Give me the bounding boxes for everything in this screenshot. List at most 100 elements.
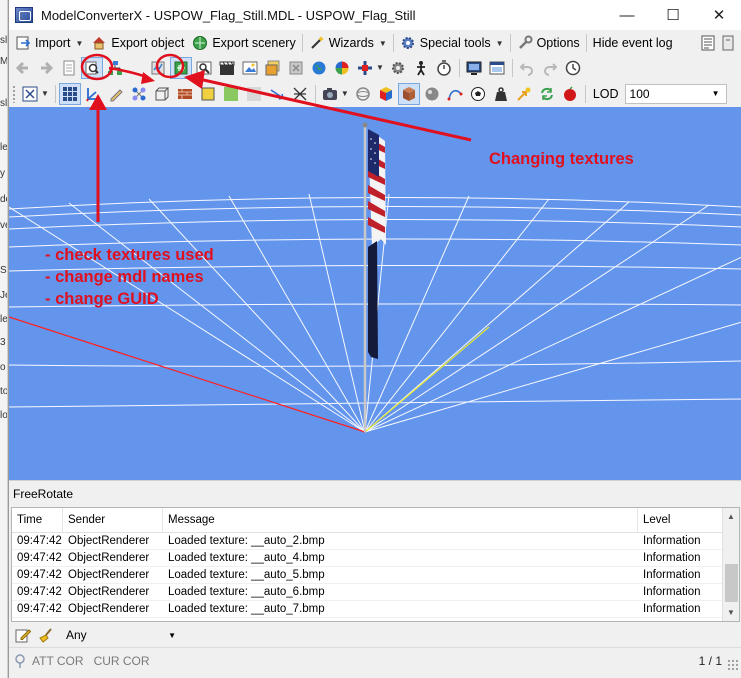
image-stack-icon[interactable] [262,57,284,79]
app-icon [15,7,33,23]
annotation-changing-textures: Changing textures [489,150,634,168]
scroll-down-icon[interactable]: ▼ [723,604,739,621]
export-object-label: Export object [111,36,185,50]
hierarchy-icon[interactable] [104,57,126,79]
hide-event-log-menu[interactable]: Hide event log [589,32,677,54]
lod-select[interactable]: 100 ▼ [624,83,727,104]
bg-fragment: Mi [0,56,8,67]
arrow-icon[interactable] [266,83,288,105]
undo-icon[interactable] [516,57,538,79]
change-textures-button[interactable] [170,56,192,79]
title-bar[interactable]: ModelConverterX - USPOW_Flag_Still.MDL -… [9,0,741,30]
yellow-square-icon[interactable] [197,83,219,105]
broom-icon[interactable] [35,624,57,646]
delete-object-icon[interactable] [285,57,307,79]
chevron-down-icon: ▼ [168,630,176,640]
level-filter-select[interactable]: Any ▼ [62,626,180,645]
molecule-icon[interactable] [128,83,150,105]
gray-sphere-icon[interactable] [421,83,443,105]
gray-square-icon[interactable] [243,83,265,105]
export-object-menu[interactable]: Export object [87,32,188,54]
column-header-sender[interactable]: Sender [63,508,163,532]
toolbar-grip[interactable] [12,84,16,103]
clapperboard-icon[interactable] [216,57,238,79]
scroll-up-icon[interactable]: ▲ [723,508,739,525]
sun-arrows-icon[interactable] [513,83,535,105]
column-header-time[interactable]: Time [12,508,63,532]
edit-note-icon[interactable] [12,624,34,646]
document-list-icon[interactable] [700,35,716,51]
export-scenery-menu[interactable]: Export scenery [188,32,299,54]
camera-icon[interactable] [319,83,341,105]
row-message: Loaded texture: __auto_6.bmp [168,586,325,598]
chevron-down-icon[interactable]: ▼ [341,89,349,98]
bg-fragment: to [0,386,8,397]
soccer-ball-icon[interactable] [467,83,489,105]
curve-icon[interactable] [444,83,466,105]
axes-icon[interactable] [82,83,104,105]
wizards-menu[interactable]: Wizards ▼ [305,32,391,54]
3d-viewport[interactable]: Changing textures - check textures used … [9,107,741,480]
refresh-icon[interactable] [536,83,558,105]
hierarchy-icon[interactable] [147,57,169,79]
scroll-thumb[interactable] [725,564,738,602]
bg-fragment: le [0,314,8,325]
gear-icon[interactable] [387,57,409,79]
magnifier-icon[interactable] [193,57,215,79]
column-header-message[interactable]: Message [163,508,638,532]
figure-icon[interactable] [410,57,432,79]
row-sender: ObjectRenderer [68,552,150,564]
brick-icon[interactable] [174,83,196,105]
maximize-button[interactable]: ☐ [650,0,696,30]
globe-icon[interactable] [308,57,330,79]
check-textures-button[interactable] [81,56,103,79]
clock-icon[interactable] [562,57,584,79]
grid-icon[interactable] [58,82,81,105]
forward-arrow-icon[interactable] [35,57,57,79]
cross-icon[interactable] [354,57,376,79]
redo-icon[interactable] [539,57,561,79]
zoom-extents-icon[interactable] [19,83,41,105]
special-tools-menu[interactable]: Special tools ▼ [396,32,508,54]
textured-box-icon[interactable] [397,82,420,105]
log-scrollbar[interactable]: ▲ ▼ [722,508,739,621]
crossed-lines-icon[interactable] [289,83,311,105]
stopwatch-icon[interactable] [433,57,455,79]
resize-grip[interactable] [727,659,739,671]
weight-icon[interactable] [490,83,512,105]
table-row[interactable]: 09:47:42 ObjectRenderer Loaded texture: … [12,601,739,618]
special-tools-label: Special tools [419,36,491,50]
chevron-down-icon: ▼ [75,38,84,48]
chevron-down-icon[interactable]: ▼ [41,89,49,98]
table-row[interactable]: 09:47:42 ObjectRenderer Loaded texture: … [12,584,739,601]
pencil-icon[interactable] [105,83,127,105]
color-wheel-icon[interactable] [331,57,353,79]
monitor-icon[interactable] [463,57,485,79]
bg-fragment: sl [0,35,8,46]
photo-icon[interactable] [239,57,261,79]
bg-fragment: de [0,194,7,205]
red-apple-icon[interactable] [559,83,581,105]
import-menu[interactable]: Import ▼ [11,32,87,54]
event-log-table[interactable]: Time Sender Message Level 09:47:42 Objec… [11,507,740,622]
chevron-down-icon[interactable]: ▼ [376,63,384,72]
back-arrow-icon[interactable] [12,57,34,79]
help-icon[interactable] [720,35,736,51]
table-row[interactable]: 09:47:42 ObjectRenderer Loaded texture: … [12,533,739,550]
colored-cube-icon[interactable] [375,83,397,105]
lod-value: 100 [629,86,650,101]
wireframe-cube-icon[interactable] [151,83,173,105]
table-row[interactable]: 09:47:42 ObjectRenderer Loaded texture: … [12,567,739,584]
bg-fragment: o [0,362,6,373]
close-button[interactable]: ✕ [696,0,741,30]
sphere-outline-icon[interactable] [352,83,374,105]
chevron-down-icon: ▼ [495,38,504,48]
minimize-button[interactable]: — [604,0,650,30]
table-row[interactable]: 09:47:42 ObjectRenderer Loaded texture: … [12,550,739,567]
window-icon[interactable] [486,57,508,79]
row-sender: ObjectRenderer [68,586,150,598]
page-icon[interactable] [58,57,80,79]
options-menu[interactable]: Options [513,32,584,54]
green-square-icon[interactable] [220,83,242,105]
column-header-level[interactable]: Level [638,508,718,532]
